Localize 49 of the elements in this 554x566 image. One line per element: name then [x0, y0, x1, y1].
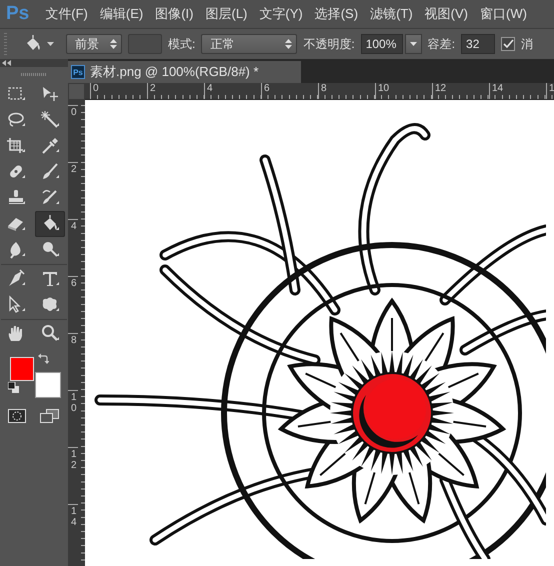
menu-item[interactable]: 窗口(W): [474, 5, 533, 23]
anti-alias-checkbox[interactable]: [501, 37, 516, 51]
swap-arrows-icon[interactable]: [38, 353, 49, 364]
caret-icon[interactable]: [47, 42, 54, 46]
opacity-menu-button[interactable]: [404, 34, 422, 54]
stepper-icon: [110, 39, 117, 49]
ruler-label: 10: [68, 390, 78, 447]
ruler-label: 14: [68, 504, 78, 561]
mode-label: 模式:: [168, 36, 196, 52]
foreground-color-swatch[interactable]: [10, 357, 34, 381]
fill-source-dropdown[interactable]: 前景: [66, 34, 122, 54]
menu-item[interactable]: 图层(L): [199, 5, 254, 23]
menu-item[interactable]: 文字(Y): [253, 5, 309, 23]
opacity-field[interactable]: 100%: [360, 34, 403, 54]
anti-alias-label: 消: [521, 36, 534, 52]
eyedropper-icon: [40, 136, 60, 156]
ruler-label: 0: [68, 105, 78, 162]
crop-icon: [6, 136, 26, 156]
menu-item[interactable]: 文件(F): [39, 5, 94, 23]
background-color-swatch[interactable]: [35, 372, 61, 398]
document-title: 素材.png @ 100%(RGB/8#) *: [90, 63, 259, 81]
default-colors-icon[interactable]: [8, 382, 19, 393]
ruler-label: 4: [68, 219, 78, 276]
type-tool-icon: [40, 269, 60, 289]
brush-icon: [40, 162, 60, 182]
magic-wand-icon: [40, 110, 60, 130]
quick-mask-icon[interactable]: [8, 409, 26, 423]
mode-dropdown[interactable]: 正常: [201, 34, 298, 54]
stepper-icon: [285, 39, 292, 49]
document-tab[interactable]: Ps 素材.png @ 100%(RGB/8#) *: [68, 61, 301, 83]
document-type-icon: Ps: [71, 65, 85, 79]
menu-item[interactable]: 视图(V): [418, 5, 474, 23]
ruler-label: 8: [68, 333, 78, 390]
app-logo: Ps: [5, 3, 30, 25]
opacity-label: 不透明度:: [303, 36, 355, 52]
caret-icon: [410, 42, 417, 46]
menu-item[interactable]: 滤镜(T): [364, 5, 419, 23]
menu-item[interactable]: 编辑(E): [94, 5, 150, 23]
pen-icon: [6, 269, 26, 289]
move-icon: [40, 84, 60, 104]
screen-mode-icon[interactable]: [40, 409, 60, 423]
ruler-label: 12: [68, 447, 78, 504]
menu-item[interactable]: 图像(I): [149, 5, 200, 23]
tolerance-label: 容差:: [428, 36, 456, 52]
tool-button[interactable]: [35, 211, 65, 237]
ruler-label: 2: [68, 162, 78, 219]
ruler-label: 6: [68, 276, 78, 333]
menu-item[interactable]: 选择(S): [308, 5, 364, 23]
tolerance-field[interactable]: 32: [461, 34, 496, 54]
